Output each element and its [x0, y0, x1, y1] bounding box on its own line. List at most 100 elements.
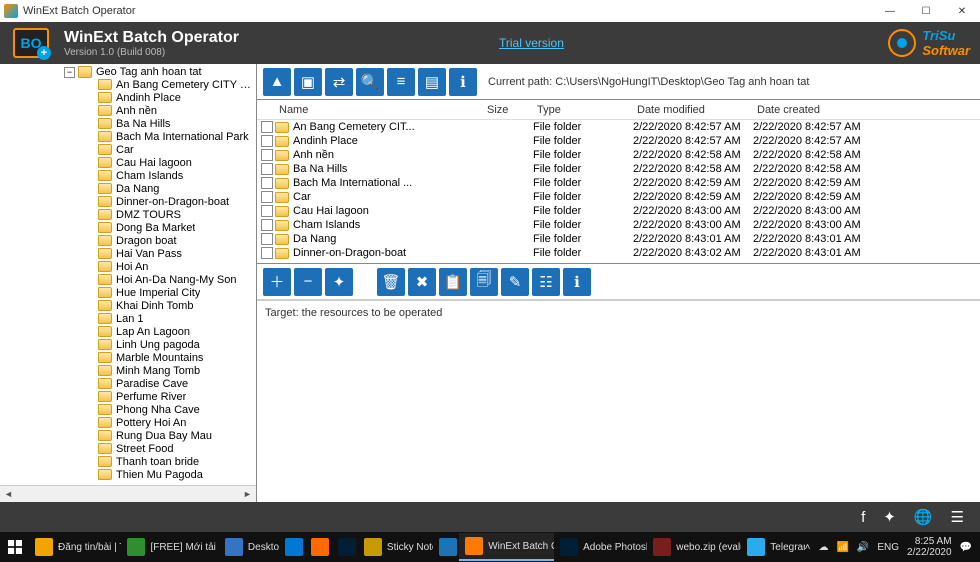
cancel-button[interactable]: ✖	[408, 268, 436, 296]
system-tray[interactable]: ˄ ☁ 📶 🔊 ENG 8:25 AM 2/22/2020 💬	[805, 536, 980, 558]
scroll-right-icon[interactable]: ►	[239, 486, 256, 502]
clear-button[interactable]: ✦	[325, 268, 353, 296]
desktop-button[interactable]: ▣	[294, 68, 322, 96]
tree-root[interactable]: − Geo Tag anh hoan tat	[4, 66, 256, 78]
paste-button[interactable]: 📋	[439, 268, 467, 296]
file-row[interactable]: Andinh PlaceFile folder2/22/2020 8:42:57…	[257, 134, 980, 148]
tree-item[interactable]: An Bang Cemetery CITY OF GHOS	[4, 78, 256, 91]
tree-item[interactable]: Hoi An	[4, 260, 256, 273]
scroll-left-icon[interactable]: ◄	[0, 486, 17, 502]
info2-button[interactable]: ℹ	[563, 268, 591, 296]
col-type[interactable]: Type	[537, 104, 637, 116]
file-row[interactable]: Cau Hai lagoonFile folder2/22/2020 8:43:…	[257, 204, 980, 218]
tree-item[interactable]: Da Nang	[4, 182, 256, 195]
tree-item[interactable]: Lap An Lagoon	[4, 325, 256, 338]
close-button[interactable]: ✕	[944, 0, 980, 22]
delete-button[interactable]: 🗑	[377, 268, 405, 296]
col-modified[interactable]: Date modified	[637, 104, 757, 116]
details-view-button[interactable]: ▤	[418, 68, 446, 96]
tree-item[interactable]: DMZ TOURS	[4, 208, 256, 221]
tree-item[interactable]: Phong Nha Cave	[4, 403, 256, 416]
tree-item[interactable]: Lan 1	[4, 312, 256, 325]
start-button[interactable]	[0, 532, 29, 562]
file-row[interactable]: Anh nềnFile folder2/22/2020 8:42:58 AM2/…	[257, 148, 980, 162]
tree-item[interactable]: Andinh Place	[4, 91, 256, 104]
file-list-header[interactable]: Name Size Type Date modified Date create…	[257, 100, 980, 120]
row-checkbox[interactable]	[261, 149, 273, 161]
tree-item[interactable]: Thien Mu Pagoda	[4, 468, 256, 481]
refresh-button[interactable]: ⇄	[325, 68, 353, 96]
tree-item[interactable]: Thanh toan bride	[4, 455, 256, 468]
row-checkbox[interactable]	[261, 247, 273, 259]
row-checkbox[interactable]	[261, 233, 273, 245]
file-row[interactable]: Bach Ma International ...File folder2/22…	[257, 176, 980, 190]
maximize-button[interactable]: ☐	[908, 0, 944, 22]
tree-item[interactable]: Car	[4, 143, 256, 156]
tree-item[interactable]: Street Food	[4, 442, 256, 455]
tree-item[interactable]: Cau Hai lagoon	[4, 156, 256, 169]
taskbar-item[interactable]: Đăng tin/bài | T…	[29, 533, 121, 561]
tree-item[interactable]: Dinner-on-Dragon-boat	[4, 195, 256, 208]
taskbar-item[interactable]: Adobe Photosh…	[554, 533, 647, 561]
taskbar-item[interactable]	[433, 533, 459, 561]
up-button[interactable]: ▲	[263, 68, 291, 96]
file-row[interactable]: CarFile folder2/22/2020 8:42:59 AM2/22/2…	[257, 190, 980, 204]
taskbar-item[interactable]	[305, 533, 331, 561]
menu-icon[interactable]: ☰	[951, 508, 964, 526]
tray-clock[interactable]: 8:25 AM 2/22/2020	[907, 536, 952, 558]
row-checkbox[interactable]	[261, 121, 273, 133]
tree-item[interactable]: Minh Mang Tomb	[4, 364, 256, 377]
info-button[interactable]: ℹ	[449, 68, 477, 96]
file-list[interactable]: An Bang Cemetery CIT...File folder2/22/2…	[257, 120, 980, 264]
remove-button[interactable]: −	[294, 268, 322, 296]
taskbar-item[interactable]: Desktop	[219, 533, 279, 561]
tree-item[interactable]: Khai Dinh Tomb	[4, 299, 256, 312]
tree-item[interactable]: Perfume River	[4, 390, 256, 403]
tree-item[interactable]: Hue Imperial City	[4, 286, 256, 299]
col-size[interactable]: Size	[487, 104, 537, 116]
tree-item[interactable]: Bach Ma International Park	[4, 130, 256, 143]
add-button[interactable]: ＋	[263, 268, 291, 296]
file-row[interactable]: Cham IslandsFile folder2/22/2020 8:43:00…	[257, 218, 980, 232]
twitter-icon[interactable]: ✦	[883, 508, 896, 526]
tree-item[interactable]: Paradise Cave	[4, 377, 256, 390]
taskbar-item[interactable]	[332, 533, 358, 561]
minimize-button[interactable]: —	[872, 0, 908, 22]
row-checkbox[interactable]	[261, 177, 273, 189]
taskbar-item[interactable]: Sticky Notes	[358, 533, 433, 561]
file-row[interactable]: Ba Na HillsFile folder2/22/2020 8:42:58 …	[257, 162, 980, 176]
properties-button[interactable]: ☷	[532, 268, 560, 296]
row-checkbox[interactable]	[261, 191, 273, 203]
globe-icon[interactable]: 🌐	[914, 508, 933, 526]
col-created[interactable]: Date created	[757, 104, 877, 116]
tree-item[interactable]: Dong Ba Market	[4, 221, 256, 234]
tree-item[interactable]: Hoi An-Da Nang-My Son	[4, 273, 256, 286]
list-view-button[interactable]: ≡	[387, 68, 415, 96]
tree-item[interactable]: Marble Mountains	[4, 351, 256, 364]
taskbar-item[interactable]: WinExt Batch O…	[459, 533, 554, 561]
tree-item[interactable]: Pottery Hoi An	[4, 416, 256, 429]
facebook-icon[interactable]: f	[861, 509, 865, 526]
tree-item[interactable]: Rung Dua Bay Mau	[4, 429, 256, 442]
file-row[interactable]: Da NangFile folder2/22/2020 8:43:01 AM2/…	[257, 232, 980, 246]
taskbar-item[interactable]: Telegram	[741, 533, 804, 561]
col-name[interactable]: Name	[277, 104, 487, 116]
copy-button[interactable]: 🗐	[470, 268, 498, 296]
folder-tree[interactable]: − Geo Tag anh hoan tat An Bang Cemetery …	[0, 64, 256, 484]
row-checkbox[interactable]	[261, 135, 273, 147]
taskbar-item[interactable]: [FREE] Mới tải b…	[121, 533, 218, 561]
tree-item[interactable]: Dragon boat	[4, 234, 256, 247]
rename-button[interactable]: ✎	[501, 268, 529, 296]
trial-version-link[interactable]: Trial version	[499, 36, 564, 50]
taskbar-item[interactable]: webo.zip (evalu…	[647, 533, 741, 561]
horizontal-scrollbar[interactable]: ◄ ►	[0, 485, 256, 502]
tree-item[interactable]: Cham Islands	[4, 169, 256, 182]
collapse-icon[interactable]: −	[64, 67, 75, 78]
search-button[interactable]: 🔍	[356, 68, 384, 96]
row-checkbox[interactable]	[261, 205, 273, 217]
tree-item[interactable]: Linh Ung pagoda	[4, 338, 256, 351]
row-checkbox[interactable]	[261, 163, 273, 175]
row-checkbox[interactable]	[261, 219, 273, 231]
taskbar-item[interactable]	[279, 533, 305, 561]
tree-item[interactable]: Hai Van Pass	[4, 247, 256, 260]
